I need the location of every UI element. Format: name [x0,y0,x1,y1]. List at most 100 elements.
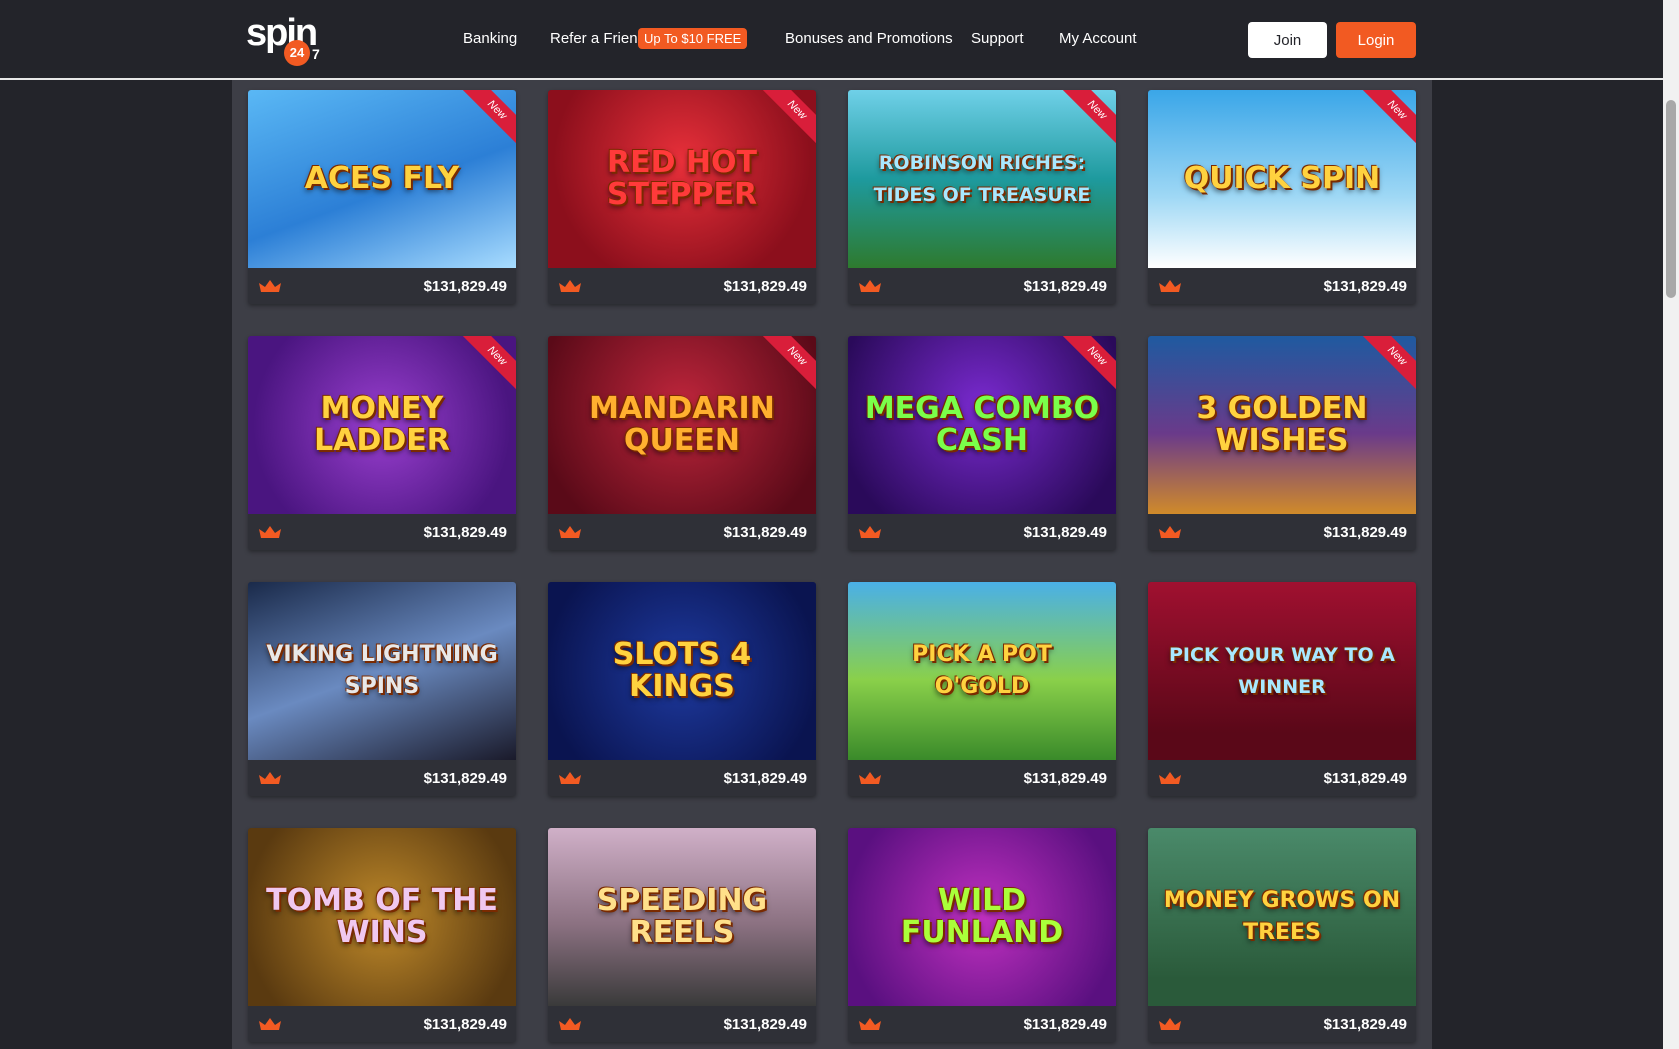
new-ribbon: New [758,90,816,149]
game-title: WILD FUNLAND [900,883,1064,950]
game-title: TOMB OF THE WINS [266,883,498,950]
game-thumbnail[interactable]: RED HOT STEPPER New [548,90,816,268]
game-card-footer: $131,829.49 [848,268,1116,304]
nav-support[interactable]: Support [971,30,1024,47]
game-title: MONEY LADDER [314,391,450,458]
crown-icon [859,1018,881,1030]
game-card[interactable]: MEGA COMBO CASH New $131,829.49 [848,336,1116,550]
new-ribbon: New [1358,90,1416,149]
game-thumbnail[interactable]: MONEY GROWS ON TREES [1148,828,1416,1006]
nav-bonuses-promotions[interactable]: Bonuses and Promotions [785,30,953,47]
game-thumbnail[interactable]: SPEEDING REELS [548,828,816,1006]
game-card-footer: $131,829.49 [848,1006,1116,1042]
crown-icon [1159,772,1181,784]
game-thumbnail[interactable]: 3 GOLDEN WISHES New [1148,336,1416,514]
game-thumbnail[interactable]: SLOTS 4 KINGS [548,582,816,760]
game-card-footer: $131,829.49 [1148,760,1416,796]
crown-icon [1159,280,1181,292]
game-thumbnail[interactable]: QUICK SPIN New [1148,90,1416,268]
game-title: RED HOT STEPPER [606,145,758,212]
game-card[interactable]: PICK A POT O'GOLD $131,829.49 [848,582,1116,796]
game-card[interactable]: MONEY GROWS ON TREES $131,829.49 [1148,828,1416,1042]
logo-badge: 24 [284,40,310,66]
game-title: PICK A POT O'GOLD [912,642,1052,699]
jackpot-amount: $131,829.49 [1023,769,1107,787]
new-ribbon: New [1058,90,1116,149]
game-card[interactable]: MONEY LADDER New $131,829.49 [248,336,516,550]
game-thumbnail[interactable]: VIKING LIGHTNING SPINS [248,582,516,760]
game-card[interactable]: SLOTS 4 KINGS $131,829.49 [548,582,816,796]
jackpot-amount: $131,829.49 [1323,769,1407,787]
jackpot-amount: $131,829.49 [423,523,507,541]
new-ribbon: New [1058,336,1116,395]
nav-my-account[interactable]: My Account [1059,30,1137,47]
join-button[interactable]: Join [1248,22,1327,58]
game-thumbnail[interactable]: PICK YOUR WAY TO A WINNER [1148,582,1416,760]
game-thumbnail[interactable]: MEGA COMBO CASH New [848,336,1116,514]
game-card[interactable]: ROBINSON RICHES: TIDES OF TREASURE New $13… [848,90,1116,304]
game-card-footer: $131,829.49 [848,514,1116,550]
new-ribbon: New [758,336,816,395]
game-title: QUICK SPIN [1183,161,1381,196]
game-thumbnail[interactable]: TOMB OF THE WINS [248,828,516,1006]
game-card[interactable]: SPEEDING REELS $131,829.49 [548,828,816,1042]
game-title: SLOTS 4 KINGS [612,637,752,704]
crown-icon [259,1018,281,1030]
game-card-footer: $131,829.49 [248,514,516,550]
crown-icon [259,772,281,784]
new-ribbon: New [458,90,516,149]
game-card-footer: $131,829.49 [248,1006,516,1042]
game-card[interactable]: 3 GOLDEN WISHES New $131,829.49 [1148,336,1416,550]
game-title: ROBINSON RICHES: TIDES OF TREASURE [873,152,1091,206]
crown-icon [259,526,281,538]
scrollbar-thumb[interactable] [1666,100,1676,298]
game-thumbnail[interactable]: WILD FUNLAND [848,828,1116,1006]
jackpot-amount: $131,829.49 [423,769,507,787]
jackpot-amount: $131,829.49 [723,769,807,787]
game-title: MEGA COMBO CASH [864,391,1100,458]
game-card[interactable]: TOMB OF THE WINS $131,829.49 [248,828,516,1042]
game-title: VIKING LIGHTNING SPINS [266,642,498,699]
game-title: MANDARIN QUEEN [589,391,775,458]
crown-icon [859,280,881,292]
nav-refer-a-friend[interactable]: Refer a Friend [550,30,646,47]
game-card[interactable]: ACES FLY New $131,829.49 [248,90,516,304]
logo-suffix: 7 [312,46,320,62]
game-thumbnail[interactable]: PICK A POT O'GOLD [848,582,1116,760]
login-button[interactable]: Login [1336,22,1416,58]
game-title: SPEEDING REELS [596,883,768,950]
game-card-footer: $131,829.49 [548,760,816,796]
game-card[interactable]: QUICK SPIN New $131,829.49 [1148,90,1416,304]
crown-icon [259,280,281,292]
crown-icon [559,1018,581,1030]
jackpot-amount: $131,829.49 [1023,277,1107,295]
games-panel: ACES FLY New $131,829.49 RED HOT STEPPER New… [232,80,1432,1049]
refer-promo-badge[interactable]: Up To $10 FREE [638,28,748,49]
game-card-footer: $131,829.49 [1148,1006,1416,1042]
game-thumbnail[interactable]: MONEY LADDER New [248,336,516,514]
game-card[interactable]: WILD FUNLAND $131,829.49 [848,828,1116,1042]
game-card[interactable]: MANDARIN QUEEN New $131,829.49 [548,336,816,550]
jackpot-amount: $131,829.49 [423,1015,507,1033]
jackpot-amount: $131,829.49 [1323,1015,1407,1033]
crown-icon [859,772,881,784]
page-scrollbar[interactable] [1663,0,1679,1049]
game-thumbnail[interactable]: MANDARIN QUEEN New [548,336,816,514]
jackpot-amount: $131,829.49 [723,1015,807,1033]
game-title: MONEY GROWS ON TREES [1163,888,1401,945]
new-ribbon: New [458,336,516,395]
jackpot-amount: $131,829.49 [1323,523,1407,541]
nav-banking[interactable]: Banking [463,30,517,47]
crown-icon [859,526,881,538]
crown-icon [559,526,581,538]
crown-icon [559,280,581,292]
game-thumbnail[interactable]: ACES FLY New [248,90,516,268]
game-card[interactable]: VIKING LIGHTNING SPINS $131,829.49 [248,582,516,796]
game-card[interactable]: RED HOT STEPPER New $131,829.49 [548,90,816,304]
game-card-footer: $131,829.49 [1148,514,1416,550]
new-ribbon: New [1358,336,1416,395]
game-thumbnail[interactable]: ROBINSON RICHES: TIDES OF TREASURE New [848,90,1116,268]
game-card-footer: $131,829.49 [1148,268,1416,304]
game-card[interactable]: PICK YOUR WAY TO A WINNER $131,829.49 [1148,582,1416,796]
spin247-logo[interactable]: spin 24 7 [246,14,336,66]
